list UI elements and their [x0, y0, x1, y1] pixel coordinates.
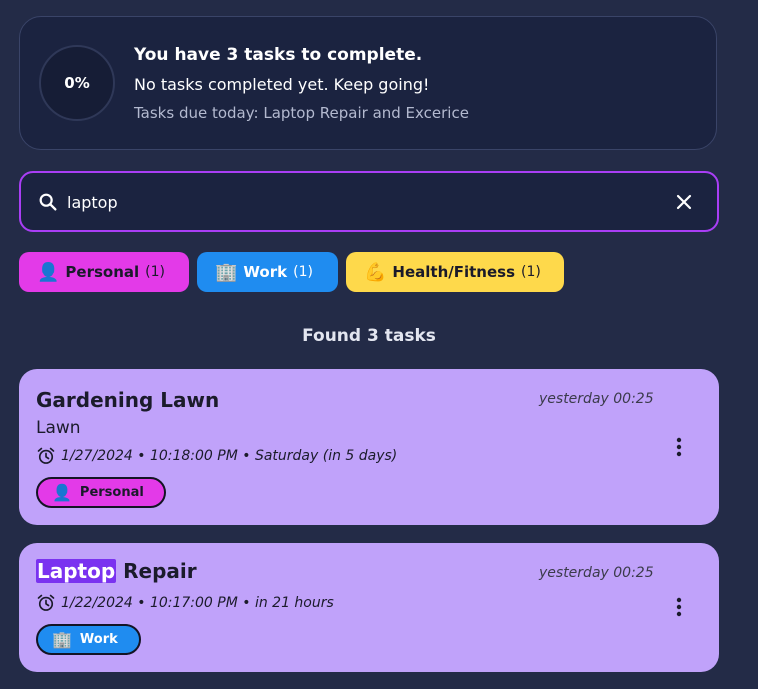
- search-icon: [39, 193, 57, 211]
- flexed-biceps-icon: 💪: [364, 261, 387, 283]
- person-icon: 👤: [52, 483, 72, 502]
- chip-count: (1): [145, 264, 166, 280]
- badge-label: Work: [79, 632, 118, 647]
- task-created-time: yesterday 00:25: [539, 565, 654, 581]
- task-category-badge: 🏢 Work: [36, 624, 141, 655]
- more-vertical-icon: [676, 437, 682, 457]
- summary-title: You have 3 tasks to complete.: [134, 45, 423, 65]
- category-chip-personal[interactable]: 👤 Personal (1): [19, 252, 189, 292]
- task-due-text: 1/22/2024 • 10:17:00 PM • in 21 hours: [61, 595, 334, 611]
- chip-count: (1): [293, 264, 313, 280]
- category-chip-work[interactable]: 🏢 Work (1): [197, 252, 338, 292]
- task-title: Laptop Repair: [36, 559, 197, 583]
- chip-label: Work: [243, 263, 288, 281]
- results-count: Found 3 tasks: [302, 326, 436, 346]
- tasks-due-today: Tasks due today: Laptop Repair and Excer…: [134, 104, 469, 122]
- progress-indicator: 0%: [39, 45, 115, 121]
- task-title-rest: Repair: [116, 559, 197, 583]
- task-due-date: 1/27/2024 • 10:18:00 PM • Saturday (in 5…: [36, 446, 397, 466]
- search-highlight: Laptop: [36, 559, 117, 583]
- task-more-button[interactable]: [669, 434, 689, 460]
- task-title: Gardening Lawn: [36, 388, 220, 412]
- task-category-badge: 👤 Personal: [36, 477, 166, 508]
- search-input[interactable]: [67, 188, 627, 216]
- alarm-clock-icon: [37, 594, 55, 611]
- category-chip-health-fitness[interactable]: 💪 Health/Fitness (1): [346, 252, 564, 292]
- office-building-icon: 🏢: [215, 261, 238, 283]
- clear-search-button[interactable]: [671, 189, 697, 215]
- task-description: Lawn: [36, 418, 81, 438]
- task-due-text: 1/27/2024 • 10:18:00 PM • Saturday (in 5…: [61, 448, 398, 464]
- alarm-clock-icon: [37, 447, 55, 464]
- summary-card: 0% You have 3 tasks to complete. No task…: [19, 16, 717, 150]
- badge-label: Personal: [79, 485, 144, 500]
- task-card[interactable]: Gardening Lawn yesterday 00:25 Lawn 1/27…: [19, 369, 719, 525]
- search-box: [19, 171, 719, 232]
- chip-label: Health/Fitness: [392, 263, 516, 281]
- more-vertical-icon: [676, 597, 682, 617]
- chip-label: Personal: [65, 263, 140, 281]
- task-created-time: yesterday 00:25: [539, 391, 654, 407]
- office-building-icon: 🏢: [52, 630, 72, 649]
- task-card[interactable]: Laptop Repair yesterday 00:25 1/22/2024 …: [19, 543, 719, 672]
- chip-count: (1): [521, 264, 541, 280]
- close-icon: [676, 194, 692, 210]
- person-icon: 👤: [37, 261, 60, 283]
- task-more-button[interactable]: [669, 594, 689, 620]
- summary-subtitle: No tasks completed yet. Keep going!: [134, 75, 430, 94]
- task-due-date: 1/22/2024 • 10:17:00 PM • in 21 hours: [36, 593, 334, 613]
